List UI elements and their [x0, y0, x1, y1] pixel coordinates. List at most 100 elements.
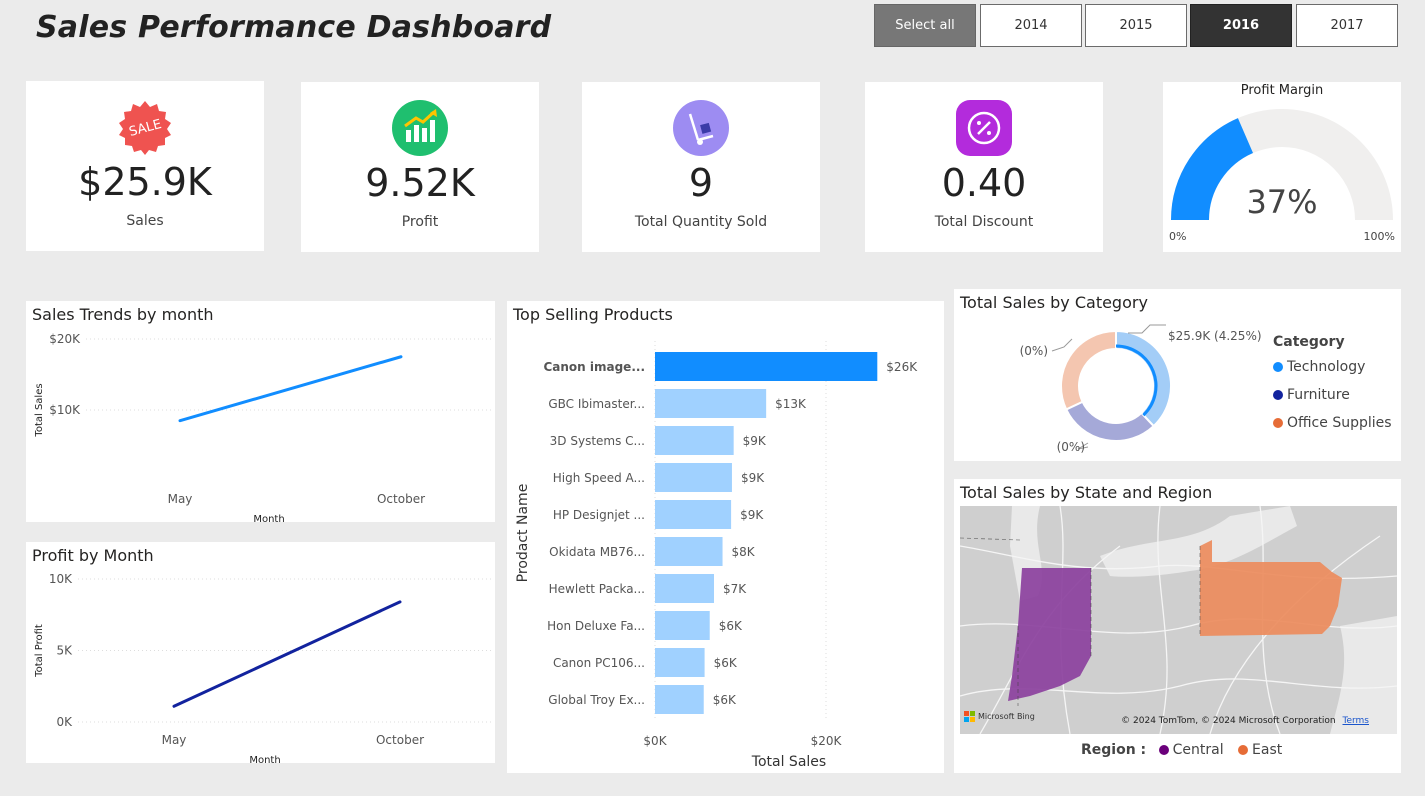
- profit-margin-gauge[interactable]: Profit Margin 37% 0% 100%: [1163, 82, 1401, 252]
- sales-trend-ytick-label: $20K: [49, 332, 81, 346]
- profit-month-ytick-label: 0K: [56, 715, 73, 729]
- sales-trend-series-line: [178, 355, 403, 423]
- category-panel[interactable]: Total Sales by Category $25.9K (4.25%) (0…: [954, 289, 1401, 461]
- kpi-sales-label: Sales: [126, 213, 164, 229]
- legend-label-furniture: Furniture: [1287, 387, 1350, 403]
- legend-label-east[interactable]: East: [1252, 742, 1282, 758]
- kpi-discount-label: Total Discount: [934, 214, 1034, 230]
- top-products-data-label: $6K: [719, 619, 743, 633]
- top-products-bar: [655, 574, 714, 603]
- map-legend-title: Region :: [1081, 742, 1147, 758]
- hand-truck-icon: [673, 100, 729, 156]
- sales-trend-yaxis-label: Total Sales: [34, 383, 45, 437]
- top-products-data-label: $6K: [713, 693, 737, 707]
- sale-badge-icon: SALE: [117, 99, 173, 155]
- kpi-sales-value: $25.9K: [78, 160, 212, 204]
- kpi-card-quantity[interactable]: 9 Total Quantity Sold: [582, 82, 820, 252]
- top-products-category-label: Okidata MB76...: [549, 545, 645, 559]
- top-products-bar: [655, 685, 704, 714]
- map-title: Total Sales by State and Region: [960, 483, 1213, 502]
- top-products-bar: [655, 537, 723, 566]
- slicer-2015-button[interactable]: 2015: [1085, 4, 1187, 47]
- top-products-data-label: $9K: [740, 508, 764, 522]
- top-products-bar: [655, 648, 705, 677]
- category-donut-chart: $25.9K (4.25%) (0%) (0%): [1020, 324, 1262, 454]
- dashboard-title: Sales Performance Dashboard: [36, 10, 552, 45]
- kpi-quantity-label: Total Quantity Sold: [634, 214, 768, 230]
- top-products-data-label: $13K: [775, 397, 807, 411]
- kpi-card-sales[interactable]: SALE $25.9K Sales: [26, 81, 264, 251]
- legend-dot-technology: [1273, 362, 1283, 372]
- top-products-chart: Canon image... $26K GBC Ibimaster... $13K 3D…: [515, 341, 918, 770]
- legend-item-technology[interactable]: Technology: [1273, 359, 1365, 375]
- map-panel[interactable]: Total Sales by State and Region Microsof…: [954, 479, 1401, 773]
- top-products-category-label: Hewlett Packa...: [549, 582, 645, 596]
- top-products-category-label: 3D Systems C...: [550, 434, 645, 448]
- category-data-label: (0%): [1057, 440, 1085, 454]
- top-products-data-label: $8K: [732, 545, 756, 559]
- category-leader-line: [1051, 338, 1073, 352]
- bing-logo: Microsoft Bing: [964, 711, 1035, 722]
- kpi-card-discount[interactable]: 0.40 Total Discount: [865, 82, 1103, 252]
- microsoft-logo-icon: [964, 711, 975, 722]
- top-products-bar: [655, 611, 710, 640]
- legend-label-central[interactable]: Central: [1173, 742, 1224, 758]
- profit-month-ytick-label: 10K: [49, 572, 73, 586]
- top-products-category-label: Canon PC106...: [553, 656, 645, 670]
- top-products-category-label: HP Designjet ...: [553, 508, 645, 522]
- kpi-profit-value: 9.52K: [365, 161, 475, 205]
- top-products-data-label: $9K: [743, 434, 767, 448]
- category-data-label: $25.9K (4.25%): [1168, 329, 1262, 343]
- slicer-2017-button[interactable]: 2017: [1296, 4, 1398, 47]
- map-attribution-text: © 2024 TomTom, © 2024 Microsoft Corporat…: [1121, 716, 1336, 726]
- sales-trend-panel[interactable]: Sales Trends by month $10K $20K May October…: [26, 301, 495, 522]
- gauge-fill: [1171, 118, 1254, 221]
- kpi-card-profit[interactable]: 9.52K Profit: [301, 82, 539, 252]
- top-products-xtick-label: $20K: [811, 734, 843, 748]
- profit-month-xaxis-label: Month: [249, 755, 280, 763]
- sales-trend-ytick-label: $10K: [49, 403, 81, 417]
- map-attribution: © 2024 TomTom, © 2024 Microsoft Corporat…: [1121, 716, 1369, 726]
- profit-month-chart: 0K 5K 10K May October Month Total Profit: [34, 572, 492, 763]
- top-products-bar: [655, 389, 767, 418]
- category-slice: [1060, 329, 1117, 411]
- slicer-2016-button[interactable]: 2016: [1190, 4, 1292, 47]
- legend-item-furniture[interactable]: Furniture: [1273, 387, 1350, 403]
- growth-chart-icon: [392, 100, 448, 156]
- slicer-select-all-button[interactable]: Select all: [874, 4, 976, 47]
- legend-label-technology: Technology: [1287, 359, 1366, 375]
- top-products-panel[interactable]: Top Selling Products Canon image... $26K G…: [507, 301, 944, 773]
- map-canvas[interactable]: Microsoft Bing © 2024 TomTom, © 2024 Mic…: [960, 506, 1397, 734]
- sales-trend-xaxis-label: Month: [253, 514, 284, 522]
- top-products-data-label: $7K: [723, 582, 747, 596]
- map-legend: Region : Central East: [1081, 742, 1282, 758]
- top-products-bar: [655, 463, 732, 492]
- top-products-data-label: $26K: [886, 360, 918, 374]
- category-leader-line: [1128, 324, 1166, 334]
- gauge-max-label: 100%: [1364, 230, 1395, 243]
- profit-month-xtick-label: May: [162, 733, 187, 747]
- map-terms-link[interactable]: Terms: [1342, 716, 1369, 726]
- profit-month-series-line: [172, 600, 402, 708]
- top-products-data-label: $6K: [714, 656, 738, 670]
- bing-brand-text: Microsoft Bing: [978, 712, 1035, 721]
- profit-month-yaxis-label: Total Profit: [34, 624, 45, 678]
- profit-month-xtick-label: October: [376, 733, 424, 747]
- category-slice: [1115, 329, 1172, 428]
- category-legend-title: Category: [1273, 334, 1345, 350]
- sales-trend-xtick-label: October: [377, 492, 425, 506]
- gauge-svg: 37% 0% 100%: [1169, 109, 1395, 243]
- top-products-category-label: Global Troy Ex...: [548, 693, 645, 707]
- top-products-bar: [655, 352, 878, 381]
- map-svg: [960, 506, 1397, 734]
- gauge-min-label: 0%: [1169, 230, 1186, 243]
- profit-month-panel[interactable]: Profit by Month 0K 5K 10K May October Month To…: [26, 542, 495, 763]
- legend-item-office-supplies[interactable]: Office Supplies: [1273, 415, 1392, 431]
- top-products-category-label: Canon image...: [543, 360, 645, 374]
- top-products-bar: [655, 426, 734, 455]
- slicer-2014-button[interactable]: 2014: [980, 4, 1082, 47]
- category-slice: [1064, 400, 1156, 442]
- legend-dot-furniture: [1273, 390, 1283, 400]
- category-data-label: (0%): [1020, 344, 1048, 358]
- top-products-data-label: $9K: [741, 471, 765, 485]
